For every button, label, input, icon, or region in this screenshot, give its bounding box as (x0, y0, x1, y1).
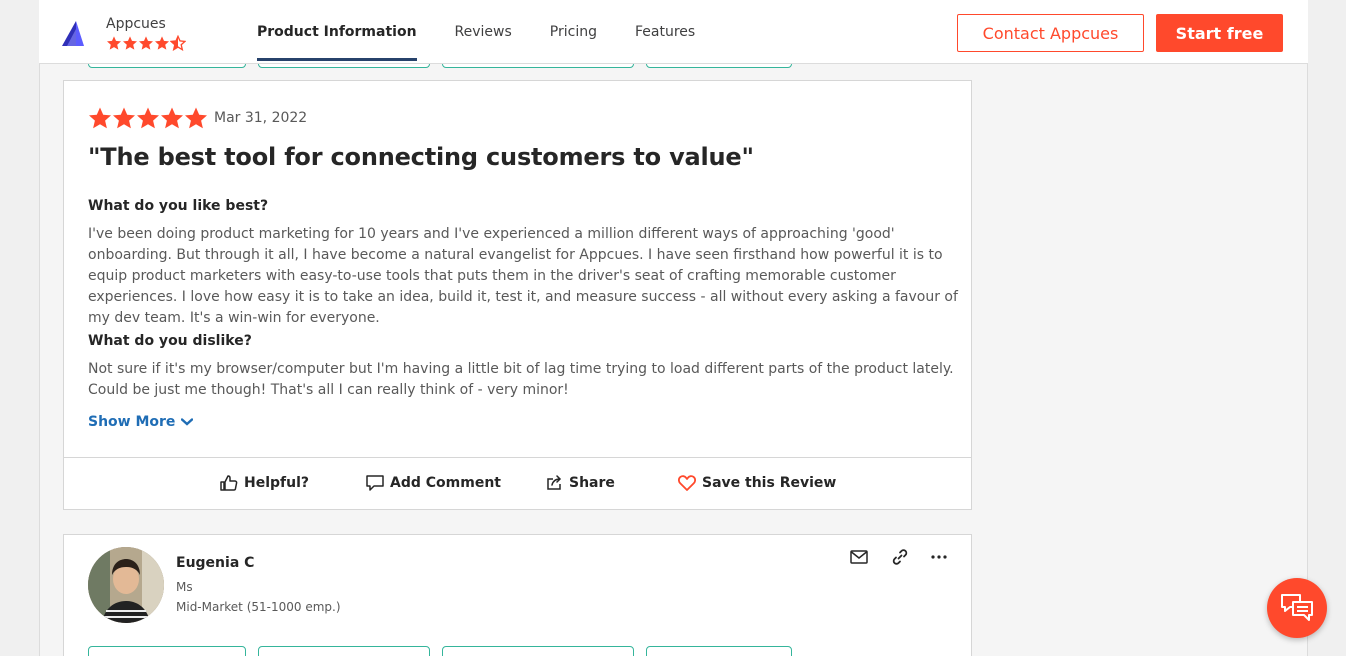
reviewer-card: Eugenia C Ms Mid-Market (51-1000 emp.) (63, 534, 972, 656)
tab-features[interactable]: Features (635, 0, 695, 64)
star-icon (107, 36, 121, 50)
reviewer-name[interactable]: Eugenia C (176, 555, 254, 571)
heart-icon (678, 475, 696, 491)
chat-button[interactable] (1267, 578, 1327, 638)
like-answer: I've been doing product marketing for 10… (88, 226, 958, 326)
star-icon (139, 36, 153, 50)
star-icon (113, 107, 135, 129)
add-comment-label: Add Comment (390, 475, 501, 491)
avatar[interactable] (88, 547, 164, 623)
share-label: Share (569, 475, 615, 491)
category-pill[interactable] (258, 646, 430, 656)
avatar-photo (88, 547, 164, 623)
show-more-label: Show More (88, 414, 176, 430)
review-title: "The best tool for connecting customers … (88, 143, 754, 171)
comment-icon (366, 475, 384, 491)
chevron-down-icon (181, 418, 194, 426)
review-card: Mar 31, 2022 "The best tool for connecti… (63, 80, 972, 510)
category-pill[interactable] (646, 646, 792, 656)
star-icon (123, 36, 137, 50)
category-pill[interactable] (442, 646, 634, 656)
review-rating: Mar 31, 2022 (88, 106, 307, 130)
mail-icon[interactable] (849, 547, 869, 567)
top-nav-bar: Appcues Product Information Reviews Pric… (39, 0, 1308, 64)
star-icon (89, 107, 111, 129)
link-icon[interactable] (890, 547, 910, 567)
show-more-link[interactable]: Show More (88, 414, 194, 430)
more-icon[interactable] (929, 547, 949, 567)
brand-rating-stars (106, 35, 186, 51)
helpful-button[interactable]: Helpful? (220, 475, 309, 491)
star-icon (185, 107, 207, 129)
tab-pricing[interactable]: Pricing (550, 0, 597, 64)
half-star-icon (170, 35, 186, 51)
brand-name[interactable]: Appcues (106, 16, 166, 32)
review-date: Mar 31, 2022 (214, 110, 308, 126)
share-button[interactable]: Share (547, 475, 615, 491)
dislike-answer: Not sure if it's my browser/computer but… (88, 361, 954, 398)
category-pill[interactable] (88, 646, 246, 656)
chat-icon (1281, 594, 1313, 621)
tab-reviews[interactable]: Reviews (455, 0, 512, 64)
helpful-label: Helpful? (244, 475, 310, 491)
reviewer-role: Ms (176, 580, 193, 594)
save-review-label: Save this Review (702, 475, 837, 491)
dislike-question: What do you dislike? (88, 333, 252, 349)
tab-product-information[interactable]: Product Information (257, 0, 417, 64)
product-tabs: Product Information Reviews Pricing Feat… (257, 0, 733, 64)
share-icon (547, 475, 562, 490)
like-question: What do you like best? (88, 198, 269, 214)
add-comment-button[interactable]: Add Comment (366, 475, 501, 491)
star-icon (137, 107, 159, 129)
star-icon (161, 107, 183, 129)
star-icon (155, 36, 169, 50)
thumbs-up-icon (220, 475, 238, 491)
appcues-logo[interactable] (62, 21, 84, 46)
start-free-button[interactable]: Start free (1156, 14, 1283, 52)
contact-button[interactable]: Contact Appcues (957, 14, 1144, 52)
review-actions: Helpful? Add Comment Share Save this Rev… (64, 457, 971, 509)
reviewer-segment: Mid-Market (51-1000 emp.) (176, 600, 341, 614)
save-review-button[interactable]: Save this Review (678, 475, 836, 491)
